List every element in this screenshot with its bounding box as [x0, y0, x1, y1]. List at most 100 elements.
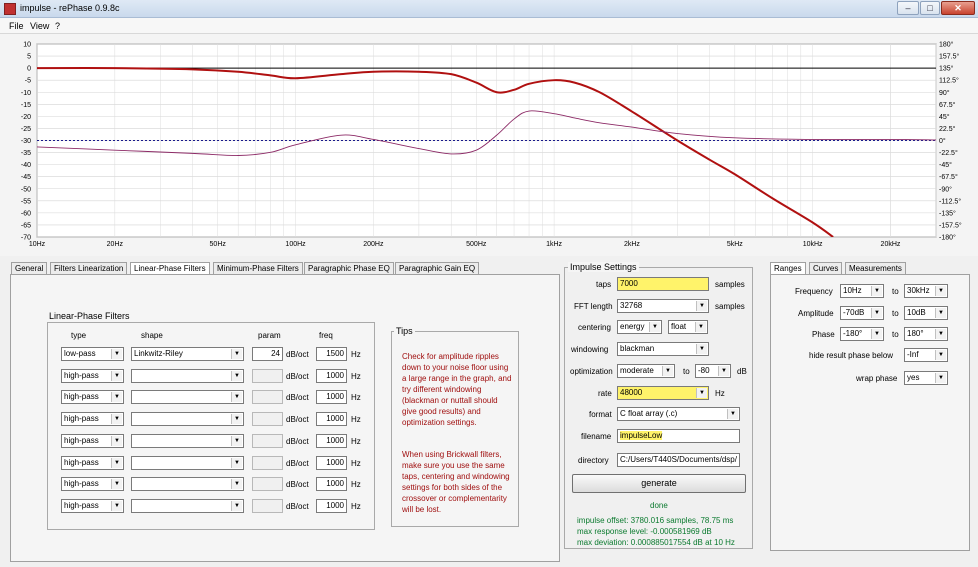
rate-unit: Hz — [715, 389, 725, 398]
filter-param-field[interactable] — [252, 477, 283, 491]
filter-freq-field[interactable]: 1000 — [316, 456, 347, 470]
chevron-down-icon: ▼ — [231, 349, 242, 359]
tab-paragraphic-phase-eq[interactable]: Paragraphic Phase EQ — [304, 262, 394, 274]
filter-type-select[interactable]: high-pass ▼ — [61, 390, 124, 404]
format-select[interactable]: C float array (.c) ▼ — [617, 407, 740, 421]
menu-view[interactable]: View — [30, 21, 49, 31]
chevron-down-icon: ▼ — [871, 308, 882, 318]
filter-param-field[interactable]: 24 — [252, 347, 283, 361]
filter-param-field[interactable] — [252, 456, 283, 470]
tab-curves[interactable]: Curves — [809, 262, 843, 274]
freq-max-select[interactable]: 30kHz ▼ — [904, 284, 948, 298]
fft-length-select[interactable]: 32768 ▼ — [617, 299, 709, 313]
impulse-offset: impulse offset: 3780.016 samples, 78.75 … — [577, 516, 734, 525]
minimize-button[interactable]: – — [897, 1, 919, 15]
chevron-down-icon: ▼ — [871, 329, 882, 339]
wrap-phase-value: yes — [907, 373, 920, 382]
filter-freq-field[interactable]: 1000 — [316, 499, 347, 513]
optimization-select[interactable]: moderate ▼ — [617, 364, 675, 378]
phase-tick-label: 0° — [939, 137, 946, 145]
phase-max-value: 180° — [907, 329, 924, 338]
filename-field[interactable]: impulseLow — [617, 429, 740, 443]
phase-max-select[interactable]: 180° ▼ — [904, 327, 948, 341]
tab-general[interactable]: General — [11, 262, 48, 274]
wrap-phase-select[interactable]: yes ▼ — [904, 371, 948, 385]
filter-param-field[interactable] — [252, 412, 283, 426]
filter-freq-field[interactable]: 1000 — [316, 434, 347, 448]
chevron-down-icon: ▼ — [111, 371, 122, 381]
header-type: type — [71, 331, 87, 340]
tab-minimum-phase-filters[interactable]: Minimum-Phase Filters — [213, 262, 303, 274]
phase-tick-label: 67.5° — [939, 101, 956, 109]
filter-shape-select[interactable]: ▼ — [131, 369, 244, 383]
generate-button[interactable]: generate — [572, 474, 746, 493]
freq-tick-label: 2kHz — [624, 241, 640, 248]
centering-mode-select[interactable]: float ▼ — [668, 320, 708, 334]
freq-min-select[interactable]: 10Hz ▼ — [840, 284, 884, 298]
format-value: C float array (.c) — [620, 409, 678, 418]
filter-shape-select[interactable]: ▼ — [131, 412, 244, 426]
amp-tick-label: -40 — [21, 162, 31, 169]
filter-freq-field-value: 1000 — [326, 436, 344, 445]
amp-min-select[interactable]: -70dB ▼ — [840, 306, 884, 320]
chevron-down-icon: ▼ — [111, 458, 122, 468]
amp-max-select[interactable]: 10dB ▼ — [904, 306, 948, 320]
optimization-db-select[interactable]: -80 ▼ — [695, 364, 731, 378]
filter-freq-field[interactable]: 1000 — [316, 390, 347, 404]
chevron-down-icon: ▼ — [231, 501, 242, 511]
rate-select[interactable]: 48000 ▼ — [617, 386, 709, 400]
tab-paragraphic-gain-eq[interactable]: Paragraphic Gain EQ — [395, 262, 480, 274]
close-button[interactable]: ✕ — [941, 1, 975, 15]
menu-file[interactable]: File — [9, 21, 24, 31]
centering-label: centering — [578, 323, 611, 332]
filter-freq-field[interactable]: 1500 — [316, 347, 347, 361]
filename-label: filename — [581, 432, 612, 441]
directory-field[interactable]: C:/Users/T440S/Documents/dsp/ — [617, 453, 740, 467]
filter-shape-select[interactable]: ▼ — [131, 434, 244, 448]
response-graph[interactable]: 10 5 0 -5 -10 -15 -20 -25 -30 -35 -40 -45 -50 -55 -60 -… — [0, 34, 978, 256]
filter-freq-field[interactable]: 1000 — [316, 412, 347, 426]
maximize-button[interactable]: □ — [920, 1, 940, 15]
windowing-select[interactable]: blackman ▼ — [617, 342, 709, 356]
fft-length-label: FFT length — [574, 302, 613, 311]
filter-type-select[interactable]: high-pass ▼ — [61, 434, 124, 448]
filter-freq-field-value: 1000 — [326, 501, 344, 510]
taps-field[interactable]: 7000 — [617, 277, 709, 291]
filter-freq-field[interactable]: 1000 — [316, 369, 347, 383]
filter-param-field[interactable] — [252, 434, 283, 448]
centering-select[interactable]: energy ▼ — [617, 320, 662, 334]
filter-param-field[interactable] — [252, 499, 283, 513]
filter-type-select[interactable]: high-pass ▼ — [61, 369, 124, 383]
chevron-down-icon: ▼ — [111, 414, 122, 424]
filter-shape-select[interactable]: ▼ — [131, 477, 244, 491]
filter-freq-field-value: 1000 — [326, 458, 344, 467]
taps-label: taps — [596, 280, 612, 289]
filter-shape-select[interactable]: ▼ — [131, 390, 244, 404]
chevron-down-icon: ▼ — [935, 286, 946, 296]
tab-filters-linearization[interactable]: Filters Linearization — [50, 262, 128, 274]
filter-type-select[interactable]: high-pass ▼ — [61, 499, 124, 513]
filter-freq-field-value: 1000 — [326, 414, 344, 423]
tab-measurements[interactable]: Measurements — [845, 262, 906, 274]
filter-shape-select[interactable]: Linkwitz-Riley ▼ — [131, 347, 244, 361]
menu-help[interactable]: ? — [55, 21, 60, 31]
filter-type-select[interactable]: low-pass ▼ — [61, 347, 124, 361]
filter-type-select[interactable]: high-pass ▼ — [61, 412, 124, 426]
amplitude-label: Amplitude — [798, 309, 834, 318]
optimization-to-label: to — [683, 367, 690, 376]
chevron-down-icon: ▼ — [696, 344, 707, 354]
phase-min-select[interactable]: -180° ▼ — [840, 327, 884, 341]
filter-freq-field-value: 1500 — [326, 349, 344, 358]
filter-param-field[interactable] — [252, 390, 283, 404]
filter-param-field[interactable] — [252, 369, 283, 383]
phase-tick-label: 180° — [939, 41, 954, 49]
filter-type-select[interactable]: high-pass ▼ — [61, 456, 124, 470]
filter-freq-field[interactable]: 1000 — [316, 477, 347, 491]
filter-shape-select[interactable]: ▼ — [131, 499, 244, 513]
hide-phase-select[interactable]: -Inf ▼ — [904, 348, 948, 362]
format-label: format — [589, 410, 612, 419]
filter-type-select[interactable]: high-pass ▼ — [61, 477, 124, 491]
fft-unit: samples — [715, 302, 745, 311]
filter-shape-select[interactable]: ▼ — [131, 456, 244, 470]
filter-freq-field-value: 1000 — [326, 392, 344, 401]
